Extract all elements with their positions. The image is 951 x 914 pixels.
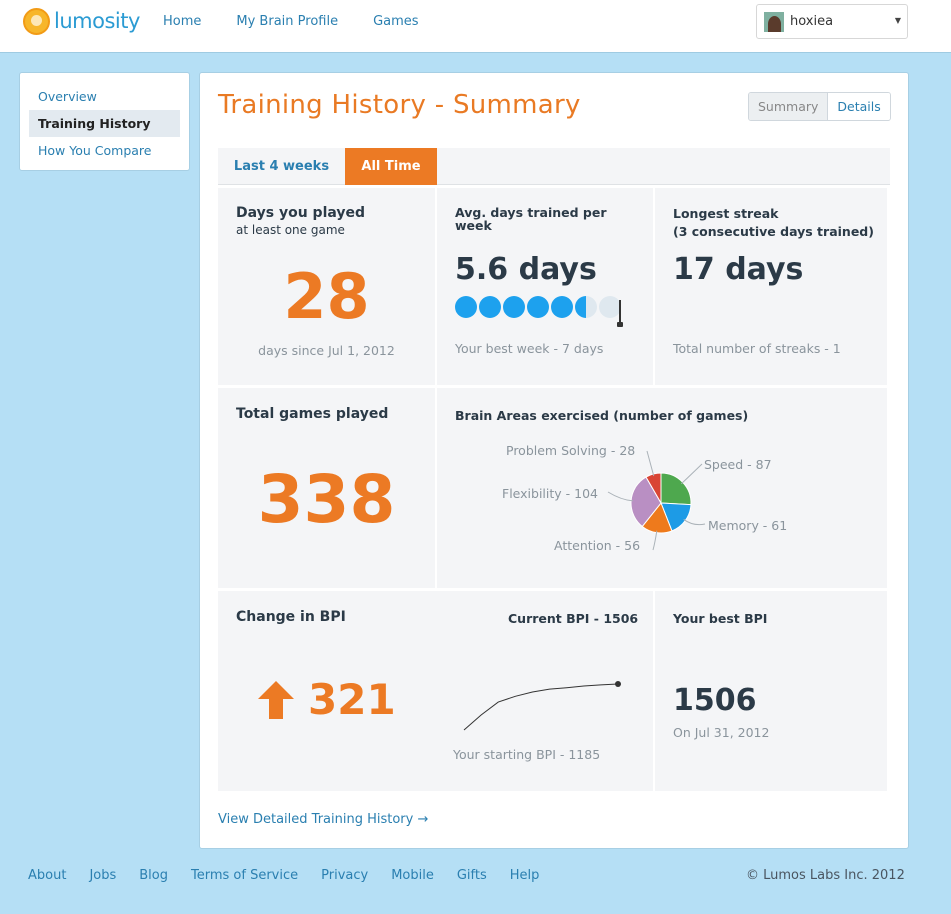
total-games-value: 338	[257, 461, 396, 538]
nav-my-brain-profile[interactable]: My Brain Profile	[236, 14, 338, 29]
current-bpi-label: Current BPI - 1506	[508, 611, 639, 626]
pie-leader-line	[683, 519, 706, 526]
longest-streak-subtitle: (3 consecutive days trained)	[673, 224, 874, 239]
days-played-title: Days you played	[236, 205, 366, 221]
pie-label-flexibility: Flexibility - 104	[502, 486, 598, 501]
footer-link-mobile[interactable]: Mobile	[391, 868, 434, 883]
avg-days-value: 5.6 days	[455, 252, 597, 287]
best-week-marker-tip	[617, 322, 623, 327]
day-dot-empty	[599, 296, 621, 318]
avg-days-card: Avg. days trained per week 5.6 days Your…	[437, 188, 653, 385]
summary-button[interactable]: Summary	[749, 93, 829, 120]
footer-link-help[interactable]: Help	[510, 868, 540, 883]
footer-link-jobs[interactable]: Jobs	[89, 868, 116, 883]
pie-leader-line	[681, 463, 703, 485]
footer-link-gifts[interactable]: Gifts	[457, 868, 487, 883]
sidebar-item-how-you-compare[interactable]: How You Compare	[29, 137, 180, 164]
pie-leader-line	[646, 450, 655, 477]
tab-last-4-weeks[interactable]: Last 4 weeks	[218, 148, 345, 185]
sidebar: Overview Training History How You Compar…	[19, 72, 190, 171]
logo[interactable]: lumosity	[23, 5, 140, 37]
nav-home[interactable]: Home	[163, 14, 201, 29]
best-bpi-card: Your best BPI 1506 On Jul 31, 2012	[655, 591, 887, 791]
longest-streak-title: Longest streak	[673, 206, 779, 221]
pie-label-memory: Memory - 61	[708, 518, 788, 533]
brand-name: lumosity	[54, 9, 140, 33]
copyright: © Lumos Labs Inc. 2012	[746, 868, 905, 883]
pie-leader-line	[652, 530, 658, 551]
total-games-title: Total games played	[236, 406, 389, 422]
days-played-subtitle: at least one game	[236, 223, 345, 237]
day-dot	[527, 296, 549, 318]
top-bar: lumosity Home My Brain Profile Games hox…	[0, 0, 951, 53]
bpi-current-point	[615, 681, 621, 687]
longest-streak-value: 17 days	[673, 252, 804, 287]
details-button[interactable]: Details	[828, 93, 890, 120]
pie-leader-line	[607, 491, 634, 502]
day-dot	[479, 296, 501, 318]
pie-slice-speed	[660, 472, 692, 506]
bpi-change-card: Change in BPI Current BPI - 1506 321 You…	[218, 591, 653, 791]
bpi-change-title: Change in BPI	[236, 609, 346, 625]
avg-days-title: Avg. days trained per week	[455, 205, 607, 233]
brain-logo-icon	[23, 7, 50, 35]
days-played-value: 28	[283, 260, 370, 333]
view-detailed-training-history-link[interactable]: View Detailed Training History →	[218, 812, 428, 827]
bpi-line	[463, 683, 619, 731]
user-menu[interactable]: hoxiea ▼	[756, 4, 908, 39]
days-played-card: Days you played at least one game 28 day…	[218, 188, 435, 385]
footer-link-privacy[interactable]: Privacy	[321, 868, 368, 883]
user-avatar	[764, 12, 784, 32]
brain-areas-card: Brain Areas exercised (number of games) …	[437, 388, 887, 588]
bpi-change-value: 321	[308, 675, 396, 724]
caret-down-icon: ▼	[894, 16, 901, 25]
footer-link-about[interactable]: About	[28, 868, 66, 883]
days-played-footnote: days since Jul 1, 2012	[258, 343, 395, 358]
day-dot	[455, 296, 477, 318]
bpi-line-chart	[463, 681, 621, 731]
sidebar-item-training-history[interactable]: Training History	[29, 110, 180, 137]
footer-link-blog[interactable]: Blog	[139, 868, 168, 883]
pie-label-attention: Attention - 56	[554, 538, 641, 553]
username: hoxiea	[790, 14, 834, 29]
tab-all-time[interactable]: All Time	[345, 148, 437, 185]
total-games-card: Total games played 338	[218, 388, 435, 588]
time-range-tabs: Last 4 weeks All Time	[218, 148, 890, 185]
best-bpi-date: On Jul 31, 2012	[673, 725, 770, 740]
footer-link-terms[interactable]: Terms of Service	[191, 868, 298, 883]
day-dot	[551, 296, 573, 318]
main-panel: Training History - Summary Summary Detai…	[199, 72, 909, 849]
footer-links: About Jobs Blog Terms of Service Privacy…	[28, 868, 562, 883]
day-dot	[503, 296, 525, 318]
day-dot-partial	[575, 296, 597, 318]
best-bpi-value: 1506	[673, 683, 757, 718]
nav-games[interactable]: Games	[373, 14, 418, 29]
arrow-up-icon	[258, 681, 294, 719]
longest-streak-card: Longest streak (3 consecutive days train…	[655, 188, 887, 385]
page-title: Training History - Summary	[218, 90, 581, 120]
starting-bpi-label: Your starting BPI - 1185	[453, 747, 601, 762]
view-toggle: Summary Details	[748, 92, 891, 121]
sidebar-item-overview[interactable]: Overview	[29, 83, 180, 110]
pie-label-problem-solving: Problem Solving - 28	[506, 443, 636, 458]
main-nav: Home My Brain Profile Games	[163, 14, 454, 29]
best-bpi-title: Your best BPI	[673, 611, 768, 626]
avg-days-footnote: Your best week - 7 days	[455, 341, 604, 356]
pie-label-speed: Speed - 87	[704, 457, 772, 472]
longest-streak-footnote: Total number of streaks - 1	[673, 341, 841, 356]
